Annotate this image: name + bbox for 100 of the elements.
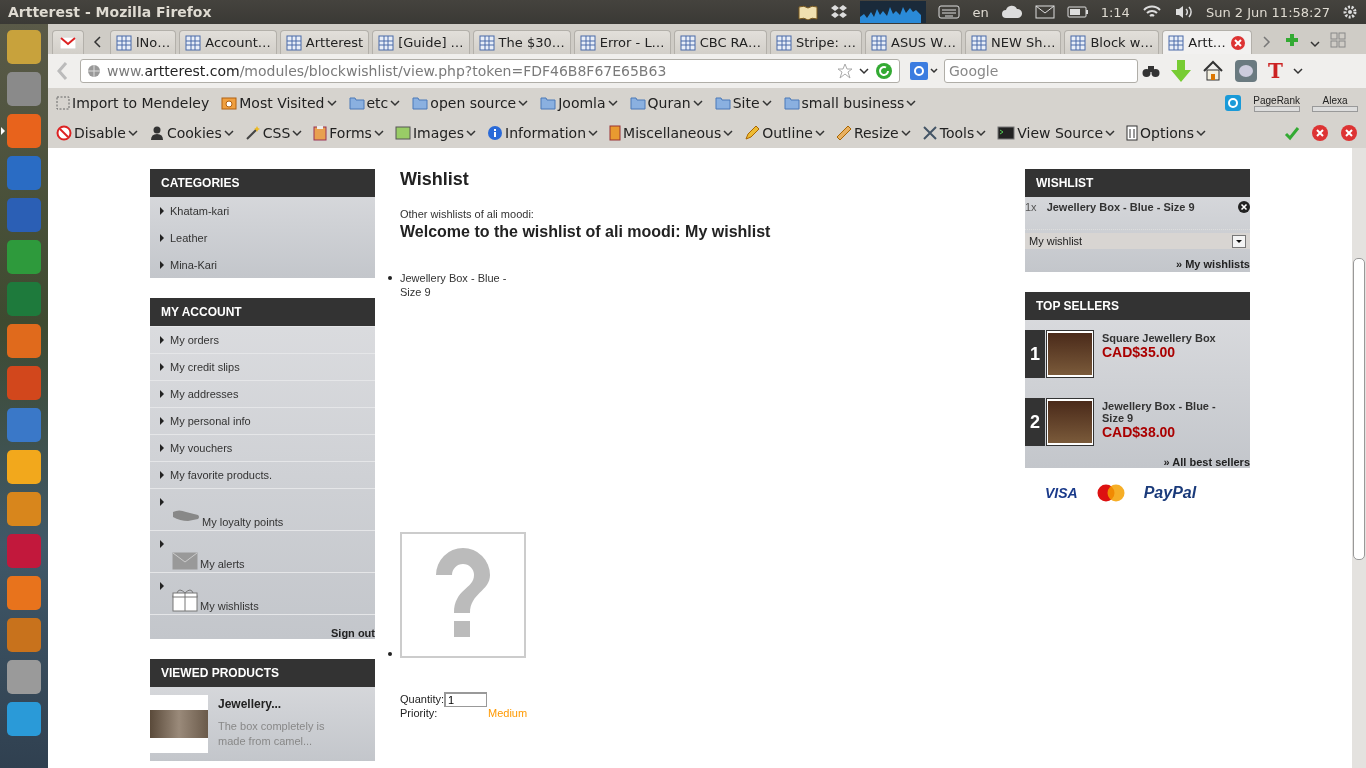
app-launcher-icon[interactable]: [7, 660, 41, 694]
history-caret-icon[interactable]: [859, 67, 869, 75]
browser-tab[interactable]: Stripe: …: [770, 30, 863, 54]
pinned-tab[interactable]: [52, 30, 84, 54]
browser-tab[interactable]: CBC RA…: [673, 30, 767, 54]
category-link[interactable]: Leather: [150, 224, 375, 251]
sign-out-link[interactable]: Sign out: [331, 627, 375, 639]
load-graph-icon[interactable]: [860, 1, 927, 23]
product-thumbnail[interactable]: [1046, 330, 1094, 378]
search-field[interactable]: Google: [944, 59, 1138, 83]
browser-tab[interactable]: Block w…: [1064, 30, 1160, 54]
toolbar-menu[interactable]: Information: [487, 125, 599, 141]
toolbar-menu[interactable]: Forms: [313, 125, 384, 141]
close-tab-icon[interactable]: [1229, 34, 1246, 51]
new-tab-plus-icon[interactable]: [1283, 32, 1300, 48]
remove-icon[interactable]: [1238, 201, 1250, 213]
missing-image-placeholder[interactable]: [400, 531, 526, 658]
browser-tab[interactable]: NEW Sh…: [965, 30, 1062, 54]
category-link[interactable]: Mina-Kari: [150, 251, 375, 278]
power-gear-icon[interactable]: [1342, 4, 1358, 20]
reload-icon[interactable]: [875, 62, 893, 80]
browser-tab[interactable]: The $30…: [472, 30, 571, 54]
scrollbar[interactable]: [1352, 148, 1366, 768]
product-name-link[interactable]: Square Jewellery Box: [1102, 332, 1228, 344]
bookmark-folder[interactable]: small business: [783, 95, 917, 111]
product-name-link[interactable]: Jewellery Box - Blue - Size 9: [1102, 400, 1228, 424]
tab-groups-icon[interactable]: [1329, 32, 1346, 48]
browser-tab[interactable]: lNo…: [110, 30, 177, 54]
address-field[interactable]: www.artterest.com/modules/blockwishlist/view.php?token=FDF46B8F67E65B63: [80, 59, 900, 83]
rank-meter[interactable]: PageRank: [1253, 94, 1300, 112]
account-link[interactable]: My personal info: [150, 407, 375, 434]
bookmark-folder[interactable]: open source: [412, 95, 529, 111]
tab-list-caret-icon[interactable]: [1308, 40, 1321, 48]
browser-tab[interactable]: Account…: [179, 30, 277, 54]
product-name[interactable]: Jewellery Box - Blue - Size 9: [400, 271, 512, 300]
app-launcher-icon[interactable]: [7, 324, 41, 358]
dropbox-icon[interactable]: [830, 4, 849, 20]
account-link[interactable]: My alerts: [150, 530, 375, 572]
toolbar-menu[interactable]: Cookies: [148, 125, 234, 141]
volume-icon[interactable]: [1173, 4, 1194, 20]
product-link[interactable]: Jewellery Box - Blue - Size 9: [1046, 201, 1228, 213]
tab-scroll-left-icon[interactable]: [93, 36, 103, 48]
bookmark-folder[interactable]: Site: [714, 95, 772, 111]
quantity-field[interactable]: 1: [444, 691, 488, 707]
browser-tab[interactable]: ASUS W…: [865, 30, 962, 54]
app-launcher-icon[interactable]: [7, 492, 41, 526]
toolbar-menu[interactable]: Miscellaneous: [609, 125, 734, 141]
binoculars-icon[interactable]: [1142, 64, 1160, 78]
product-thumbnail[interactable]: [1046, 398, 1094, 446]
app-launcher-icon[interactable]: [7, 576, 41, 610]
toolbar-menu[interactable]: View Source: [997, 125, 1115, 141]
app-launcher-icon[interactable]: [7, 30, 41, 64]
toolbar-menu[interactable]: Outline: [744, 125, 825, 141]
toolbar-menu[interactable]: CSS: [244, 125, 303, 141]
at-sign-icon[interactable]: [1225, 95, 1242, 111]
account-link[interactable]: My favorite products.: [150, 461, 375, 488]
browser-tab[interactable]: [Guide] …: [372, 30, 470, 54]
error-circle-icon[interactable]: [1340, 124, 1358, 142]
bookmark-folder[interactable]: etc: [348, 95, 401, 111]
clock[interactable]: Sun 2 Jun 11:58:27: [1205, 4, 1330, 20]
wifi-icon[interactable]: [1141, 4, 1162, 20]
bookmark-folder[interactable]: Joomla: [540, 95, 618, 111]
product-name-link[interactable]: Jewellery...: [218, 697, 338, 711]
account-link[interactable]: My addresses: [150, 380, 375, 407]
mail-icon[interactable]: [1034, 5, 1055, 19]
menu-caret-icon[interactable]: [1292, 67, 1303, 75]
bookmark-star-icon[interactable]: [837, 63, 853, 79]
home-icon[interactable]: [1202, 60, 1224, 82]
cloud-icon[interactable]: [1000, 5, 1023, 19]
account-link[interactable]: My orders: [150, 326, 375, 353]
text-tool-button[interactable]: T: [1268, 59, 1283, 83]
checkmark-icon[interactable]: [1284, 125, 1300, 141]
browser-tab[interactable]: Artt…: [1162, 30, 1252, 54]
app-launcher-icon[interactable]: [7, 450, 41, 484]
book-icon[interactable]: [798, 4, 819, 20]
toolbar-menu[interactable]: Disable: [56, 125, 138, 141]
keyboard-icon[interactable]: [938, 5, 961, 19]
app-launcher-icon[interactable]: [7, 702, 41, 736]
tab-scroll-right-icon[interactable]: [1260, 36, 1271, 48]
error-circle-icon[interactable]: [1311, 124, 1329, 142]
toolbar-menu[interactable]: Images: [394, 125, 476, 141]
rank-meter[interactable]: Alexa: [1312, 94, 1358, 112]
account-link[interactable]: My wishlists: [150, 572, 375, 614]
browser-tab[interactable]: Error - L…: [573, 30, 671, 54]
all-best-sellers-link[interactable]: » All best sellers: [1163, 456, 1250, 468]
browser-tab[interactable]: Artterest: [279, 30, 370, 54]
account-link[interactable]: My vouchers: [150, 434, 375, 461]
bookmark-item[interactable]: Import to Mendeley: [56, 95, 210, 111]
product-thumbnail[interactable]: [150, 695, 208, 753]
account-link[interactable]: My credit slips: [150, 353, 375, 380]
download-arrow-icon[interactable]: [1170, 59, 1192, 83]
wishlist-select[interactable]: My wishlist: [1025, 233, 1250, 249]
battery-icon[interactable]: [1066, 6, 1089, 18]
account-link[interactable]: My loyalty points: [150, 488, 375, 530]
keyboard-layout-label[interactable]: en: [972, 4, 989, 20]
toolbar-menu[interactable]: Tools: [921, 125, 987, 141]
toolbar-menu[interactable]: Options: [1126, 125, 1207, 141]
bookmark-item[interactable]: Most Visited: [221, 95, 337, 111]
my-wishlists-link[interactable]: » My wishlists: [1176, 258, 1250, 270]
bookmark-folder[interactable]: Quran: [629, 95, 703, 111]
